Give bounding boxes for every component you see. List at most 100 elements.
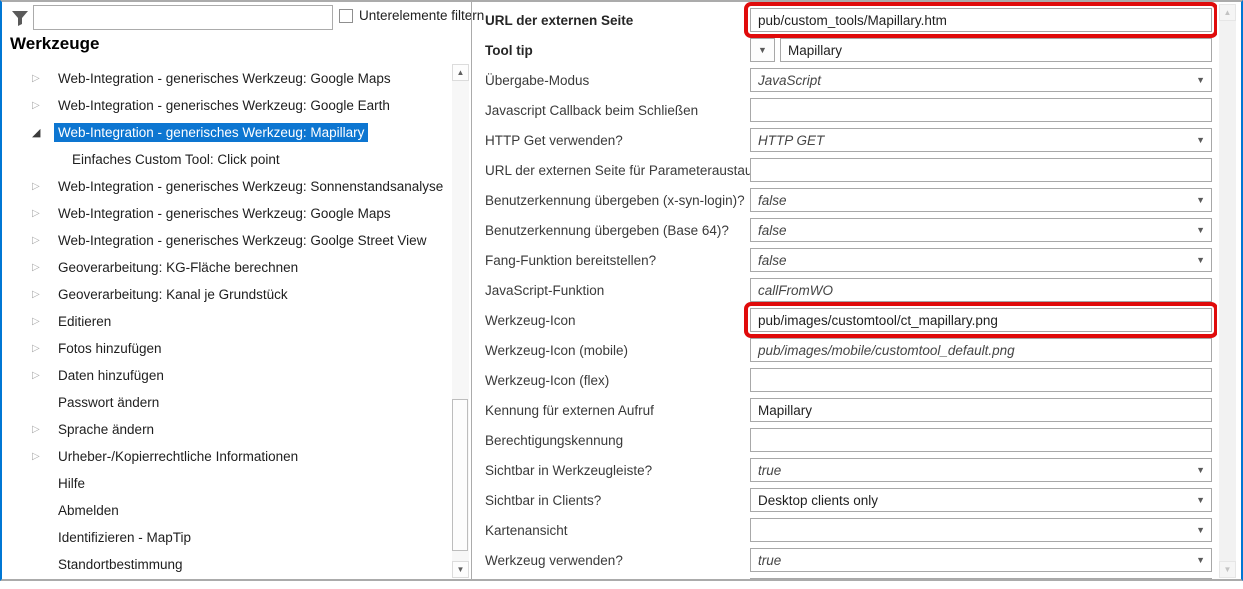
form-row: JavaScript-Funktion callFromWO <box>472 277 1217 303</box>
tree-expander-collapsed-icon[interactable]: ▷ <box>32 235 54 246</box>
chevron-down-icon[interactable]: ▼ <box>1196 195 1205 205</box>
chevron-down-icon[interactable]: ▼ <box>1196 555 1205 565</box>
combo-box[interactable]: true▼ <box>750 548 1212 572</box>
tree-item[interactable]: ◢Web-Integration - generisches Werkzeug:… <box>2 122 368 142</box>
text-input[interactable] <box>750 98 1212 122</box>
form-field <box>750 428 1212 452</box>
tree-item[interactable]: ▷Editieren <box>2 311 115 331</box>
chevron-down-icon[interactable]: ▼ <box>1196 75 1205 85</box>
tree-item[interactable]: ▷Sprache ändern <box>2 419 158 439</box>
form-row-label: Werkzeug verwenden? <box>485 553 623 568</box>
tree-expander-collapsed-icon[interactable]: ▷ <box>32 73 54 84</box>
form-scrollbar[interactable]: ▲ ▼ <box>1219 4 1236 578</box>
tree-item[interactable]: ▷Web-Integration - generisches Werkzeug:… <box>2 95 394 115</box>
form-row-label: Benutzerkennung übergeben (Base 64)? <box>485 223 729 238</box>
form-row: Werkzeug-Icon (mobile)pub/images/mobile/… <box>472 337 1217 363</box>
tree-expander-collapsed-icon[interactable]: ▷ <box>32 316 54 327</box>
tree-item[interactable]: ▷Geoverarbeitung: Kanal je Grundstück <box>2 284 292 304</box>
tree-item[interactable]: ▷Urheber-/Kopierrechtliche Informationen <box>2 446 302 466</box>
combo-box[interactable]: HTTP GET▼ <box>750 128 1212 152</box>
form-row-label: Werkzeug-Icon <box>485 313 576 328</box>
combo-box[interactable]: Desktop clients only▼ <box>750 488 1212 512</box>
text-input[interactable]: Mapillary <box>750 398 1212 422</box>
tools-tree-panel: Unterelemente filtern Werkzeuge ▷Web-Int… <box>2 2 471 579</box>
field-value: true <box>758 463 781 478</box>
tree-item[interactable]: Abmelden <box>2 500 123 520</box>
tree-item[interactable]: ▷Web-Integration - generisches Werkzeug:… <box>2 203 395 223</box>
form-field: Mapillary <box>750 398 1212 422</box>
scroll-down-arrow-icon[interactable]: ▼ <box>1219 561 1236 578</box>
combo-box[interactable]: false▼ <box>750 248 1212 272</box>
combo-box[interactable]: false ▼ <box>750 188 1212 212</box>
field-value: callFromWO <box>758 283 833 298</box>
form-field: ▼ Mapillary <box>750 38 1212 62</box>
subelements-filter-checkbox[interactable] <box>339 9 353 23</box>
form-field <box>750 98 1212 122</box>
tree-item[interactable]: Passwort ändern <box>2 392 163 412</box>
tree-expander-collapsed-icon[interactable]: ▷ <box>32 289 54 300</box>
tree-expander-collapsed-icon[interactable]: ▷ <box>32 208 54 219</box>
tree-item-label: Geoverarbeitung: KG-Fläche berechnen <box>54 258 302 277</box>
field-value: false <box>758 193 787 208</box>
tree-item[interactable]: ▷Web-Integration - generisches Werkzeug:… <box>2 176 447 196</box>
chevron-down-icon[interactable]: ▼ <box>1196 135 1205 145</box>
form-field: pub/images/mobile/customtool_default.png <box>750 338 1212 362</box>
chevron-down-icon[interactable]: ▼ <box>1196 495 1205 505</box>
text-input[interactable]: callFromWO <box>750 278 1212 302</box>
chevron-down-icon[interactable]: ▼ <box>1196 225 1205 235</box>
tree-item[interactable]: ▷Geoverarbeitung: KG-Fläche berechnen <box>2 257 302 277</box>
form-row-label: Tool tip <box>485 43 533 58</box>
combo-box[interactable]: true ▼ <box>750 458 1212 482</box>
tree-item[interactable]: ▷Web-Integration - generisches Werkzeug:… <box>2 230 430 250</box>
tree-expander-collapsed-icon[interactable]: ▷ <box>32 343 54 354</box>
field-value: Mapillary <box>788 43 842 58</box>
tree-expander-collapsed-icon[interactable]: ▷ <box>32 181 54 192</box>
tree-scrollbar[interactable]: ▲ ▼ <box>452 64 469 578</box>
text-input[interactable]: pub/images/mobile/customtool_default.png <box>750 338 1212 362</box>
text-input[interactable] <box>750 158 1212 182</box>
form-row-label: Werkzeug-Icon (flex) <box>485 373 609 388</box>
tree-item[interactable]: Einfaches Custom Tool: Click point <box>2 149 284 169</box>
chevron-down-icon[interactable]: ▼ <box>1196 255 1205 265</box>
filter-input[interactable] <box>33 5 333 30</box>
tree-item[interactable]: ▷Web-Integration - generisches Werkzeug:… <box>2 68 395 88</box>
tree-expander-collapsed-icon[interactable]: ▷ <box>32 424 54 435</box>
combo-box[interactable]: ▼ <box>750 518 1212 542</box>
form-row-label: Kartenansicht <box>485 523 568 538</box>
tree-scrollbar-thumb[interactable] <box>452 399 468 551</box>
scroll-down-arrow-icon[interactable]: ▼ <box>452 561 469 578</box>
form-row-label: JavaScript-Funktion <box>485 283 604 298</box>
text-input[interactable] <box>750 578 1212 579</box>
tree-item[interactable]: Hilfe <box>2 473 89 493</box>
tree-item[interactable]: Identifizieren - MapTip <box>2 527 195 547</box>
form-row-label: Berechtigungskennung <box>485 433 623 448</box>
combo-box[interactable]: false▼ <box>750 218 1212 242</box>
tree-item-label: Web-Integration - generisches Werkzeug: … <box>54 96 394 115</box>
tree-expander-collapsed-icon[interactable]: ▷ <box>32 262 54 273</box>
combo-box[interactable]: JavaScript▼ <box>750 68 1212 92</box>
text-input[interactable]: pub/images/customtool/ct_mapillary.png <box>750 308 1212 332</box>
form-field: JavaScript▼ <box>750 68 1212 92</box>
scroll-up-arrow-icon[interactable]: ▲ <box>452 64 469 81</box>
form-row-label: Benutzerkennung übergeben (x-syn-login)? <box>485 193 745 208</box>
text-input[interactable]: pub/custom_tools/Mapillary.htm <box>750 8 1212 32</box>
tree-expander-collapsed-icon[interactable]: ▷ <box>32 100 54 111</box>
tree-item-label: Editieren <box>54 312 115 331</box>
scroll-up-arrow-icon[interactable]: ▲ <box>1219 4 1236 21</box>
text-input[interactable] <box>750 428 1212 452</box>
app-window: Unterelemente filtern Werkzeuge ▷Web-Int… <box>0 0 1243 589</box>
tree-item[interactable]: ▷Fotos hinzufügen <box>2 338 166 358</box>
text-input[interactable]: Mapillary <box>780 38 1212 62</box>
tree-expander-collapsed-icon[interactable]: ▷ <box>32 451 54 462</box>
tree-item[interactable]: Standortbestimmung <box>2 554 187 574</box>
text-input[interactable] <box>750 368 1212 392</box>
chevron-down-icon[interactable]: ▼ <box>1196 525 1205 535</box>
tree-expander-expanded-icon[interactable]: ◢ <box>32 126 54 139</box>
tooltip-dropdown-button[interactable]: ▼ <box>750 38 775 62</box>
chevron-down-icon[interactable]: ▼ <box>1196 465 1205 475</box>
tree-expander-collapsed-icon[interactable]: ▷ <box>32 370 54 381</box>
tree-item[interactable]: ▷Daten hinzufügen <box>2 365 168 385</box>
form-row: Werkzeug-Icon pub/images/customtool/ct_ma… <box>472 307 1217 333</box>
tree-item-label: Identifizieren - MapTip <box>54 528 195 547</box>
form-row <box>472 577 1217 579</box>
